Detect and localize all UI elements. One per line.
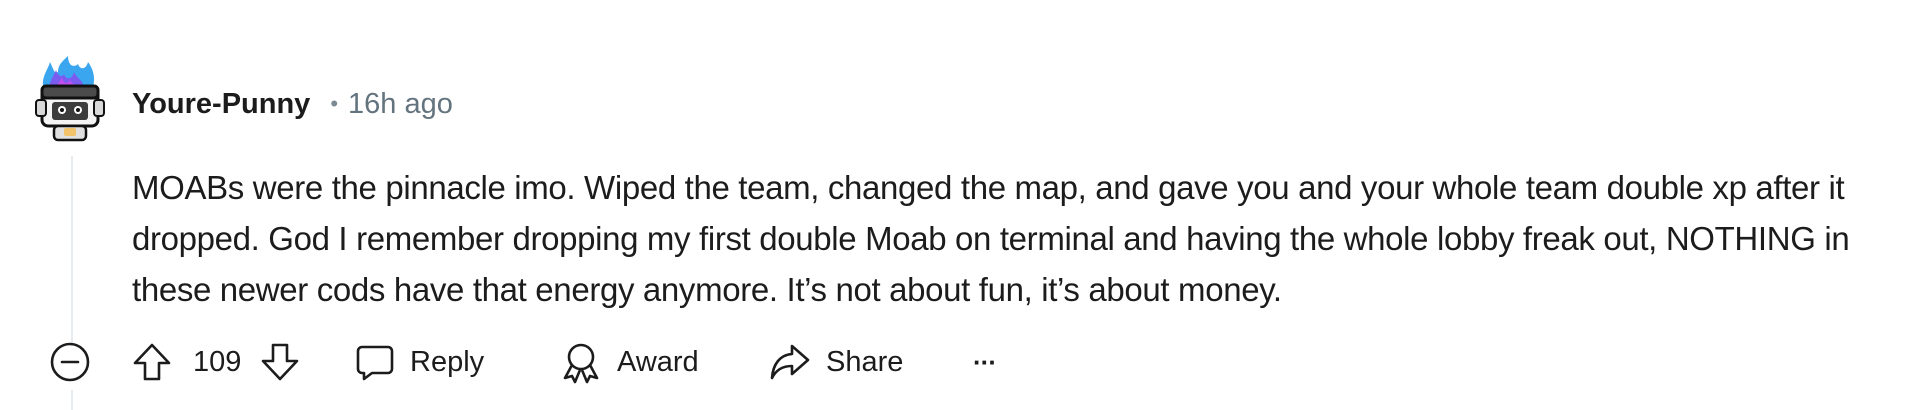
thread-line[interactable] xyxy=(71,156,73,346)
reply-button[interactable]: Reply xyxy=(354,337,484,387)
award-button[interactable]: Award xyxy=(559,337,699,387)
comment: Youre-Punny • 16h ago MOABs were the pin… xyxy=(0,0,1920,410)
share-button[interactable]: Share xyxy=(768,337,903,387)
collapse-button[interactable] xyxy=(48,337,92,387)
award-ribbon-icon xyxy=(563,343,599,384)
comment-header: Youre-Punny • 16h ago xyxy=(132,84,453,124)
comment-action-bar: 109 Reply Award Share ··· xyxy=(48,337,1248,387)
vote-score-value: 109 xyxy=(193,345,242,378)
downvote-arrow-icon xyxy=(261,343,299,381)
thread-line-continuation[interactable] xyxy=(71,390,73,410)
comment-body: MOABs were the pinnacle imo. Wiped the t… xyxy=(132,169,1850,308)
upvote-arrow-icon xyxy=(133,343,171,381)
author-username[interactable]: Youre-Punny xyxy=(132,88,310,121)
snoo-avatar-icon xyxy=(35,56,105,142)
reply-label: Reply xyxy=(410,345,485,378)
downvote-button[interactable] xyxy=(258,337,302,387)
vote-score: 109 xyxy=(193,337,241,387)
share-arrow-icon xyxy=(770,344,810,380)
meta-separator: • xyxy=(330,91,339,116)
upvote-button[interactable] xyxy=(130,337,174,387)
comment-timestamp[interactable]: 16h ago xyxy=(348,88,453,121)
share-label: Share xyxy=(826,345,904,378)
more-options-icon: ··· xyxy=(973,346,997,377)
more-options-button[interactable]: ··· xyxy=(973,337,1017,387)
reply-bubble-icon xyxy=(356,345,394,381)
collapse-minus-icon xyxy=(50,342,90,382)
award-label: Award xyxy=(617,345,699,378)
avatar[interactable] xyxy=(34,56,108,142)
